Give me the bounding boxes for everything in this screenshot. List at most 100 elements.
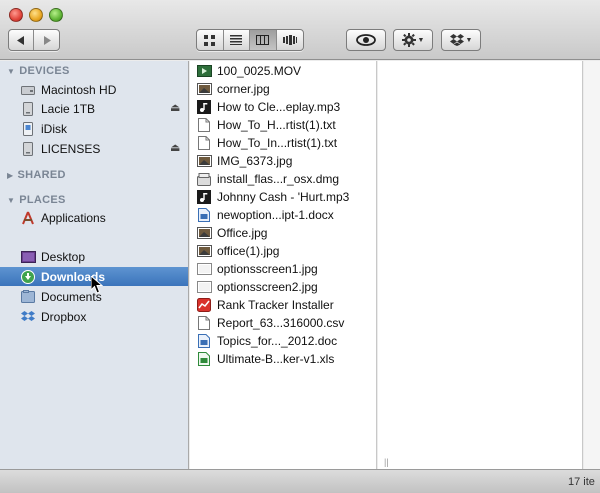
quick-look-button[interactable] — [346, 29, 386, 51]
status-bar: 17 ite — [0, 469, 600, 493]
applications-icon — [20, 211, 36, 225]
file-row[interactable]: How_To_H...rtist(1).txt — [190, 116, 377, 134]
action-menu-button[interactable]: ▼ — [393, 29, 433, 51]
file-name: Rank Tracker Installer — [217, 298, 334, 312]
file-name: Ultimate-B...ker-v1.xls — [217, 352, 335, 366]
desktop-icon — [20, 250, 36, 264]
file-name: Topics_for..._2012.doc — [217, 334, 338, 348]
chevron-down-icon: ▼ — [465, 36, 473, 44]
column-resize-handle[interactable]: || — [384, 457, 389, 467]
list-view-icon — [230, 35, 243, 45]
icon-view-icon — [204, 34, 216, 46]
file-name: How_To_H...rtist(1).txt — [217, 118, 336, 132]
file-name: How_To_In...rtist(1).txt — [217, 136, 338, 150]
file-name: Office.jpg — [217, 226, 268, 240]
file-name: How to Cle...eplay.mp3 — [217, 100, 341, 114]
file-name: Report_63...316000.csv — [217, 316, 345, 330]
column-view-button[interactable] — [250, 30, 277, 50]
disclosure-triangle-icon: ▼ — [7, 66, 16, 76]
dropbox-icon — [449, 34, 464, 46]
file-row[interactable]: IMG_6373.jpg — [190, 152, 377, 170]
section-header-places[interactable]: ▼ PLACES — [7, 194, 66, 206]
sidebar-item-applications[interactable]: Applications — [0, 208, 188, 227]
file-row[interactable]: office(1).jpg — [190, 242, 377, 260]
external-drive-icon — [20, 141, 36, 156]
close-window-button[interactable] — [9, 8, 23, 22]
file-row[interactable]: corner.jpg — [190, 80, 377, 98]
file-row[interactable]: Johnny Cash - 'Hurt.mp3 — [190, 188, 377, 206]
file-name: corner.jpg — [217, 82, 270, 96]
mouse-pointer-icon — [91, 276, 103, 294]
audio-file-icon — [196, 100, 212, 114]
disk-image-file-icon — [196, 172, 212, 186]
file-row[interactable]: Topics_for..._2012.doc — [190, 332, 377, 350]
list-view-button[interactable] — [224, 30, 250, 50]
empty-column — [584, 61, 600, 469]
chevron-down-icon: ▼ — [417, 36, 425, 44]
text-file-icon — [196, 316, 212, 330]
cover-flow-icon — [282, 35, 297, 45]
sidebar: ▼ DEVICES Macintosh HD Lacie 1TB ⏏ iDisk — [0, 61, 189, 469]
gear-icon — [401, 33, 416, 47]
file-row[interactable]: install_flas...r_osx.dmg — [190, 170, 377, 188]
disclosure-triangle-icon: ▼ — [7, 195, 16, 205]
file-name: install_flas...r_osx.dmg — [217, 172, 340, 186]
sidebar-item-desktop[interactable]: Desktop — [0, 247, 188, 266]
file-row[interactable]: optionsscreen2.jpg — [190, 278, 377, 296]
back-forward-control — [8, 29, 60, 51]
eye-icon — [356, 34, 376, 46]
text-file-icon — [196, 118, 212, 132]
cover-flow-view-button[interactable] — [277, 30, 303, 50]
section-header-devices[interactable]: ▼ DEVICES — [7, 65, 70, 77]
file-row[interactable]: Rank Tracker Installer — [190, 296, 377, 314]
sidebar-item-lacie-1tb[interactable]: Lacie 1TB — [0, 99, 188, 118]
file-row[interactable]: newoption...ipt-1.docx — [190, 206, 377, 224]
minimize-window-button[interactable] — [29, 8, 43, 22]
file-row[interactable]: How_To_In...rtist(1).txt — [190, 134, 377, 152]
blank-file-icon — [196, 280, 212, 294]
file-name: newoption...ipt-1.docx — [217, 208, 334, 222]
forward-button[interactable] — [34, 30, 59, 50]
excel-file-icon — [196, 352, 212, 366]
sidebar-item-licenses[interactable]: LICENSES — [0, 139, 188, 158]
column-view-icon — [256, 35, 270, 45]
hard-drive-icon — [20, 83, 36, 97]
file-name: Johnny Cash - 'Hurt.mp3 — [217, 190, 350, 204]
file-row[interactable]: Ultimate-B...ker-v1.xls — [190, 350, 377, 368]
sidebar-item-dropbox[interactable]: Dropbox — [0, 307, 188, 326]
image-file-icon — [196, 244, 212, 258]
file-row[interactable]: optionsscreen1.jpg — [190, 260, 377, 278]
file-name: IMG_6373.jpg — [217, 154, 293, 168]
section-header-shared[interactable]: ▶ SHARED — [7, 169, 66, 181]
file-row[interactable]: Report_63...316000.csv — [190, 314, 377, 332]
forward-arrow-icon — [43, 35, 51, 45]
file-row[interactable]: 100_0025.MOV — [190, 62, 377, 80]
movie-file-icon — [196, 64, 212, 78]
file-name: optionsscreen1.jpg — [217, 262, 318, 276]
icon-view-button[interactable] — [197, 30, 224, 50]
file-row[interactable]: Office.jpg — [190, 224, 377, 242]
back-button[interactable] — [9, 30, 34, 50]
eject-icon[interactable]: ⏏ — [170, 141, 180, 154]
zoom-window-button[interactable] — [49, 8, 63, 22]
sidebar-item-idisk[interactable]: iDisk — [0, 119, 188, 138]
app-file-icon — [196, 298, 212, 312]
image-file-icon — [196, 226, 212, 240]
audio-file-icon — [196, 190, 212, 204]
view-mode-control — [196, 29, 304, 51]
text-file-icon — [196, 136, 212, 150]
preview-column — [378, 61, 583, 469]
downloads-icon — [20, 269, 36, 284]
image-file-icon — [196, 82, 212, 96]
file-name: office(1).jpg — [217, 244, 280, 258]
file-row[interactable]: How to Cle...eplay.mp3 — [190, 98, 377, 116]
image-file-icon — [196, 154, 212, 168]
eject-icon[interactable]: ⏏ — [170, 101, 180, 114]
sidebar-item-macintosh-hd[interactable]: Macintosh HD — [0, 80, 188, 99]
idisk-icon — [20, 121, 36, 136]
external-drive-icon — [20, 101, 36, 116]
file-name: optionsscreen2.jpg — [217, 280, 318, 294]
dropbox-icon — [20, 310, 36, 324]
word-file-icon — [196, 208, 212, 222]
dropbox-menu-button[interactable]: ▼ — [441, 29, 481, 51]
